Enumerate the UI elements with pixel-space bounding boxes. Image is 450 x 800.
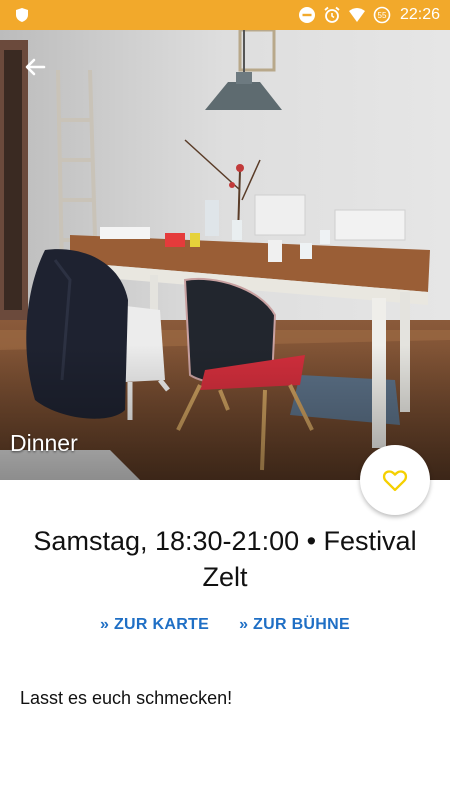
wifi-icon: [348, 8, 365, 22]
event-description: Lasst es euch schmecken!: [20, 688, 233, 708]
hero-image: Dinner: [0, 30, 450, 480]
alarm-icon: [324, 6, 340, 23]
data-saver-icon: 55: [373, 6, 391, 24]
back-arrow-icon[interactable]: [20, 52, 50, 82]
heart-outline-icon: [382, 470, 408, 492]
status-bar: 55 22:26: [0, 0, 450, 30]
event-time-location: Samstag, 18:30-21:00 • Festival Zelt: [33, 526, 417, 592]
dinner-table-photo: [0, 30, 450, 480]
action-links: » ZUR KARTE » ZUR BÜHNE: [0, 616, 450, 634]
to-map-link[interactable]: » ZUR KARTE: [100, 616, 209, 634]
status-time: 22:26: [399, 6, 440, 23]
favorite-button[interactable]: [360, 445, 430, 515]
to-stage-link[interactable]: » ZUR BÜHNE: [239, 616, 350, 634]
shield-icon: [16, 8, 28, 22]
event-title: Dinner: [10, 430, 78, 456]
dnd-icon: [298, 7, 315, 23]
status-icons: 55 22:26: [298, 0, 440, 30]
data-saver-badge: 55: [378, 11, 387, 20]
